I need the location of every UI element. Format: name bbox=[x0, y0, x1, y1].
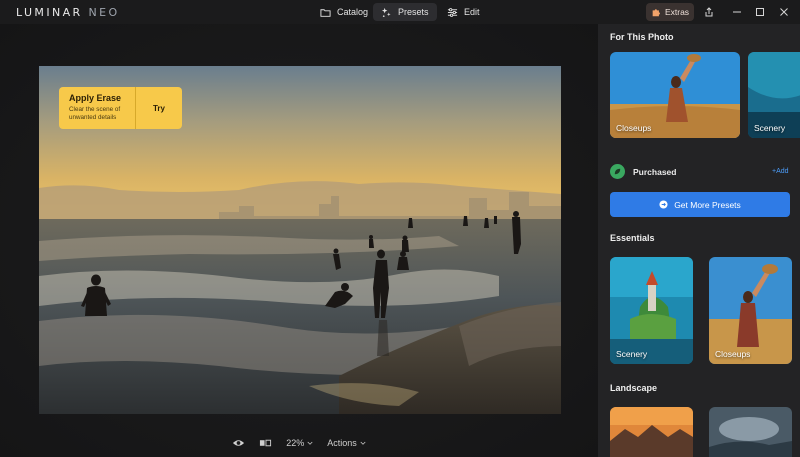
actions-dropdown[interactable]: Actions bbox=[327, 438, 366, 448]
logo-main: LUMINAR bbox=[16, 6, 83, 19]
app-logo: LUMINAR NEO bbox=[16, 6, 120, 19]
photo-canvas[interactable]: Apply Erase Clear the scene of unwanted … bbox=[39, 66, 561, 414]
canvas-area: Apply Erase Clear the scene of unwanted … bbox=[0, 24, 598, 457]
folder-icon bbox=[320, 8, 331, 17]
card-label: Scenery bbox=[754, 123, 786, 133]
sparkle-icon bbox=[381, 7, 391, 17]
preview-toggle[interactable] bbox=[232, 438, 245, 448]
presets-panel: For This Photo Closeups Scenery Purchase… bbox=[598, 24, 800, 457]
tab-catalog[interactable]: Catalog bbox=[312, 3, 376, 21]
maximize-button[interactable] bbox=[753, 5, 767, 19]
tip-description: Clear the scene of unwanted details bbox=[69, 106, 121, 121]
tab-edit-label: Edit bbox=[464, 7, 480, 17]
purchased-label: Purchased bbox=[633, 166, 677, 177]
add-purchased-link[interactable]: +Add bbox=[772, 168, 789, 175]
close-button[interactable] bbox=[777, 5, 791, 19]
sliders-icon bbox=[447, 7, 458, 17]
logo-sub: NEO bbox=[88, 6, 120, 19]
landscape-thumbnail bbox=[709, 407, 792, 457]
card-label: Closeups bbox=[616, 123, 652, 133]
minimize-icon bbox=[733, 11, 741, 13]
tab-catalog-label: Catalog bbox=[337, 7, 369, 17]
compare-icon bbox=[260, 439, 272, 447]
tip-body: Apply Erase Clear the scene of unwanted … bbox=[59, 87, 136, 129]
preset-card-scenery[interactable]: Scenery bbox=[748, 52, 800, 138]
essentials-title: Essentials bbox=[610, 233, 655, 243]
for-this-photo-title: For This Photo bbox=[610, 32, 674, 42]
tab-edit[interactable]: Edit bbox=[439, 3, 488, 21]
closeups-thumbnail bbox=[709, 257, 792, 364]
card-label: Scenery bbox=[616, 349, 648, 359]
leaf-icon bbox=[610, 164, 625, 179]
card-label: Closeups bbox=[715, 349, 751, 359]
try-button[interactable]: Try bbox=[136, 87, 182, 129]
tab-presets-label: Presets bbox=[398, 7, 429, 17]
chevron-down-icon bbox=[360, 441, 366, 445]
share-icon bbox=[705, 7, 713, 17]
title-bar: LUMINAR NEO Catalog Presets Edit Extras bbox=[0, 0, 800, 24]
extras-button[interactable]: Extras bbox=[646, 3, 694, 21]
chevron-down-icon bbox=[307, 441, 313, 445]
landscape-title: Landscape bbox=[610, 383, 658, 393]
apply-erase-tip: Apply Erase Clear the scene of unwanted … bbox=[59, 87, 182, 129]
share-button[interactable] bbox=[702, 5, 716, 19]
zoom-value: 22% bbox=[286, 438, 305, 448]
close-icon bbox=[780, 8, 788, 16]
compare-toggle[interactable] bbox=[259, 438, 272, 448]
preset-card-landscape-2[interactable] bbox=[709, 407, 792, 457]
tab-presets[interactable]: Presets bbox=[373, 3, 437, 21]
preset-card-closeups-essentials[interactable]: Closeups bbox=[709, 257, 792, 364]
arrow-right-icon bbox=[659, 200, 668, 209]
eye-icon bbox=[233, 440, 245, 446]
actions-label: Actions bbox=[327, 438, 357, 448]
landscape-thumbnail bbox=[610, 407, 693, 457]
get-more-label: Get More Presets bbox=[674, 199, 741, 210]
scenery-thumbnail bbox=[610, 257, 693, 364]
preset-card-closeups[interactable]: Closeups bbox=[610, 52, 740, 138]
puzzle-icon bbox=[652, 9, 660, 17]
extras-label: Extras bbox=[664, 7, 690, 17]
preset-card-landscape-1[interactable] bbox=[610, 407, 693, 457]
get-more-presets-button[interactable]: Get More Presets bbox=[610, 192, 790, 217]
preset-card-scenery-essentials[interactable]: Scenery bbox=[610, 257, 693, 364]
bottom-toolbar: 22% Actions bbox=[0, 432, 598, 454]
maximize-icon bbox=[756, 8, 764, 16]
minimize-button[interactable] bbox=[730, 5, 744, 19]
tip-title: Apply Erase bbox=[69, 93, 122, 103]
zoom-dropdown[interactable]: 22% bbox=[286, 438, 313, 448]
purchased-row: Purchased bbox=[610, 164, 676, 179]
